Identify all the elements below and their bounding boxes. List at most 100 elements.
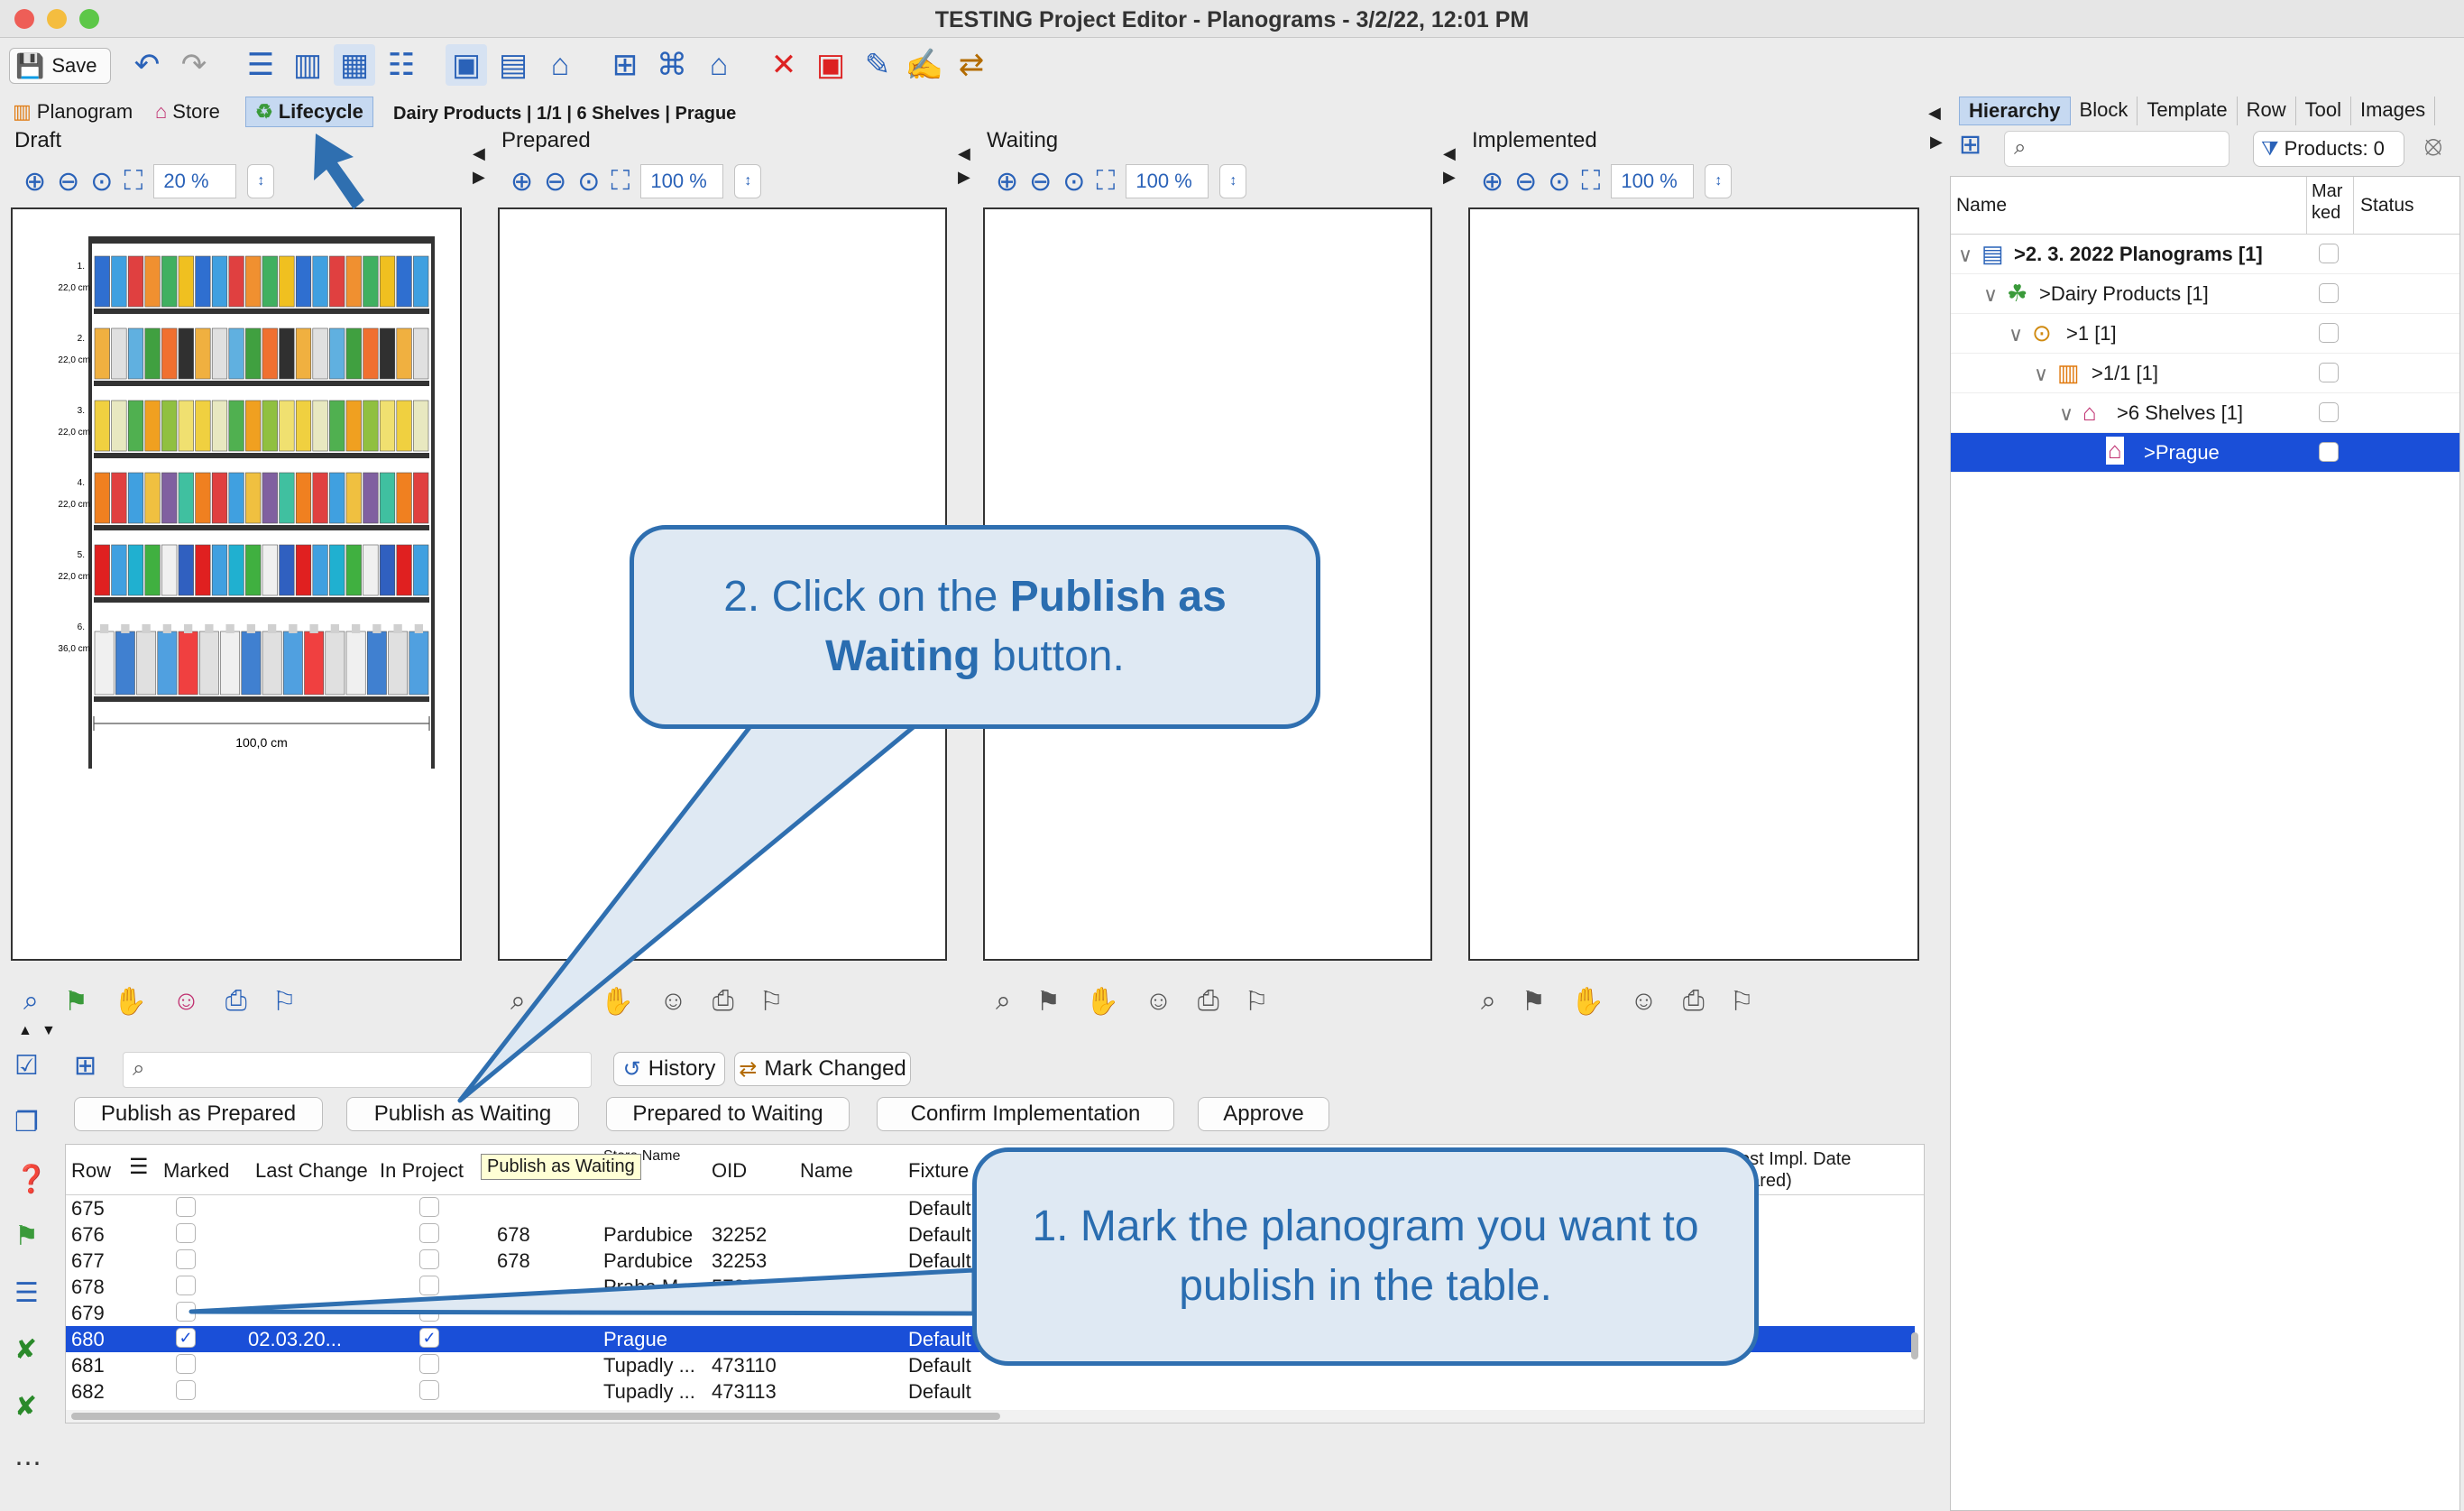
hierarchy-search-input[interactable]: ⌕ bbox=[2004, 131, 2230, 167]
print-icon[interactable]: ⎙ bbox=[225, 986, 247, 1017]
products-filter-button[interactable]: ⧩ Products: 0 bbox=[2253, 131, 2404, 167]
chevron-down-icon[interactable]: ∨ bbox=[1983, 283, 1998, 307]
more-icon[interactable]: ⋯ bbox=[14, 1448, 48, 1479]
zoom-out-icon[interactable]: ⊖ bbox=[1029, 166, 1052, 198]
implemented-canvas[interactable] bbox=[1468, 207, 1919, 961]
tree-row-selected[interactable]: ⌂ >Prague bbox=[1951, 433, 2459, 473]
in-project-checkbox[interactable] bbox=[419, 1197, 439, 1217]
approve-button[interactable]: Approve bbox=[1198, 1097, 1329, 1131]
excel-export-icon[interactable]: ✘ bbox=[14, 1334, 48, 1366]
shelves-view-icon[interactable]: ☰ bbox=[240, 44, 281, 86]
column-marked[interactable]: Marked bbox=[163, 1159, 229, 1183]
zoom-input[interactable]: 100 % bbox=[1611, 164, 1695, 198]
grid-view-icon[interactable]: ▦ bbox=[334, 44, 375, 86]
search-plan-icon[interactable]: ⌕ bbox=[23, 986, 39, 1017]
expand-right-arrow-icon[interactable]: ▶ bbox=[473, 168, 485, 187]
print-icon[interactable]: ⎙ bbox=[1198, 986, 1219, 1017]
zoom-stepper[interactable]: ↕ bbox=[734, 164, 762, 198]
zoom-in-icon[interactable]: ⊕ bbox=[996, 166, 1018, 198]
table-settings-icon[interactable]: ⊞ bbox=[74, 1050, 97, 1082]
vertical-scrollbar[interactable] bbox=[1909, 1197, 1920, 1414]
marked-checkbox[interactable] bbox=[176, 1380, 196, 1400]
horizontal-scrollbar[interactable] bbox=[66, 1410, 1924, 1423]
tag-icon[interactable]: ⚐ bbox=[272, 986, 297, 1018]
vertical-scroll-thumb[interactable] bbox=[1911, 1332, 1918, 1359]
column-name[interactable]: Name bbox=[1956, 195, 2007, 217]
column-row[interactable]: Row bbox=[71, 1159, 111, 1183]
column-marked[interactable]: Mar ked bbox=[2312, 180, 2342, 224]
flag-icon[interactable]: ⚑ bbox=[1036, 986, 1061, 1018]
column-in-project[interactable]: In Project bbox=[380, 1159, 464, 1183]
marked-checkbox[interactable] bbox=[2319, 244, 2339, 263]
delete-icon[interactable]: ✕ bbox=[763, 44, 804, 86]
chevron-down-icon[interactable]: ∨ bbox=[2059, 402, 2073, 426]
copy-icon[interactable]: ❐ bbox=[14, 1107, 48, 1138]
in-project-checkbox[interactable] bbox=[419, 1223, 439, 1243]
hand-icon[interactable]: ✋ bbox=[114, 986, 147, 1018]
pencil-cross-icon[interactable]: ✎ bbox=[857, 44, 898, 86]
in-project-checkbox[interactable] bbox=[419, 1354, 439, 1374]
marked-checkbox[interactable] bbox=[2319, 402, 2339, 422]
network-icon[interactable]: ⌘ bbox=[651, 44, 693, 86]
column-last-change[interactable]: Last Change bbox=[255, 1159, 368, 1183]
tab-row[interactable]: Row bbox=[2238, 97, 2296, 125]
fit-page-icon[interactable]: ⛶ bbox=[124, 166, 143, 197]
marked-checkbox[interactable] bbox=[2319, 323, 2339, 343]
zoom-out-icon[interactable]: ⊖ bbox=[57, 166, 79, 198]
publish-as-prepared-button[interactable]: Publish as Prepared bbox=[74, 1097, 323, 1131]
marked-checkbox[interactable] bbox=[176, 1354, 196, 1374]
flag-icon[interactable]: ⚑ bbox=[64, 986, 88, 1018]
stop-icon[interactable]: ▣ bbox=[810, 44, 851, 86]
zoom-input[interactable]: 100 % bbox=[640, 164, 724, 198]
save-button[interactable]: 💾 Save bbox=[9, 48, 111, 84]
expand-right-arrow-icon[interactable]: ▶ bbox=[1930, 133, 1943, 152]
tab-template[interactable]: Template bbox=[2138, 97, 2238, 125]
column-impl-date[interactable]: est Impl. Date pared) bbox=[1740, 1148, 1893, 1192]
compare-icon[interactable]: ▤ bbox=[492, 44, 534, 86]
zoom-in-icon[interactable]: ⊕ bbox=[23, 166, 46, 198]
swap-icon[interactable]: ⇄ bbox=[951, 44, 992, 86]
fit-page-icon[interactable]: ⛶ bbox=[1096, 166, 1115, 197]
person-icon[interactable]: ☺ bbox=[1630, 986, 1658, 1017]
collapse-left-arrow-icon[interactable]: ◀ bbox=[958, 144, 970, 163]
horizontal-scroll-thumb[interactable] bbox=[71, 1413, 1000, 1420]
expand-right-arrow-icon[interactable]: ▶ bbox=[1443, 168, 1456, 187]
column-status[interactable]: Status bbox=[2360, 195, 2414, 217]
marked-checkbox[interactable] bbox=[2319, 283, 2339, 303]
zoom-fit-icon[interactable]: ⊙ bbox=[577, 166, 600, 198]
tree-row[interactable]: ∨ ⊙ >1 [1] bbox=[1951, 314, 2459, 354]
marked-checkbox[interactable] bbox=[176, 1197, 196, 1217]
search-plan-icon[interactable]: ⌕ bbox=[1481, 986, 1496, 1017]
tab-block[interactable]: Block bbox=[2071, 97, 2138, 125]
clear-filter-icon[interactable]: ⦻ bbox=[2424, 131, 2442, 161]
collapse-left-arrow-icon[interactable]: ◀ bbox=[473, 144, 485, 163]
column-oid[interactable]: OID bbox=[712, 1159, 747, 1183]
tab-tool[interactable]: Tool bbox=[2296, 97, 2351, 125]
zoom-fit-icon[interactable]: ⊙ bbox=[1062, 166, 1085, 198]
hand-icon[interactable]: ✋ bbox=[1571, 986, 1604, 1018]
columns-view-icon[interactable]: ▥ bbox=[287, 44, 328, 86]
marked-checkbox[interactable] bbox=[176, 1223, 196, 1243]
tab-store[interactable]: ⌂ Store bbox=[155, 97, 220, 127]
help-doc-icon[interactable]: ❓ bbox=[14, 1164, 48, 1195]
marked-checkbox[interactable] bbox=[2319, 363, 2339, 382]
store-tree-icon[interactable]: ⌂ bbox=[539, 44, 581, 86]
print-icon[interactable]: ⎙ bbox=[1683, 986, 1705, 1017]
column-name[interactable]: Name bbox=[800, 1159, 853, 1183]
zoom-fit-icon[interactable]: ⊙ bbox=[90, 166, 113, 198]
table-icon[interactable]: ⊞ bbox=[604, 44, 646, 86]
undo-icon[interactable]: ↶ bbox=[126, 44, 168, 86]
zoom-input[interactable]: 20 % bbox=[153, 164, 237, 198]
list-icon[interactable]: ☰ bbox=[14, 1277, 48, 1309]
expand-right-arrow-icon[interactable]: ▶ bbox=[958, 168, 970, 187]
zoom-in-icon[interactable]: ⊕ bbox=[1481, 166, 1503, 198]
tab-images[interactable]: Images bbox=[2351, 97, 2436, 125]
zoom-out-icon[interactable]: ⊖ bbox=[1514, 166, 1537, 198]
zoom-out-icon[interactable]: ⊖ bbox=[544, 166, 566, 198]
zoom-input[interactable]: 100 % bbox=[1126, 164, 1209, 198]
edit-icon[interactable]: ✍ bbox=[904, 44, 945, 86]
store-icon[interactable]: ⌂ bbox=[698, 44, 740, 86]
chevron-down-icon[interactable]: ∨ bbox=[2009, 323, 2023, 346]
column-fixture[interactable]: Fixture bbox=[908, 1159, 969, 1183]
flag-icon[interactable]: ⚑ bbox=[14, 1221, 48, 1252]
